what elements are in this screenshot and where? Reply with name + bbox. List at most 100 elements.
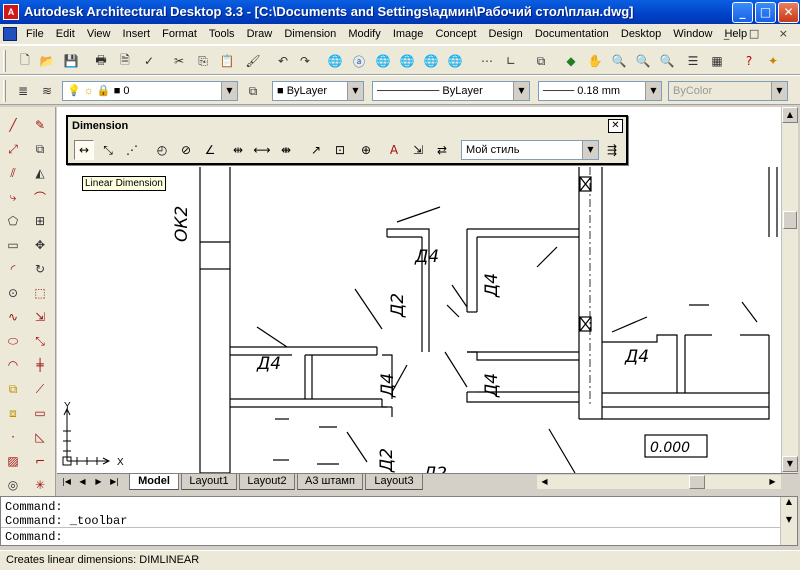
insert-block-icon[interactable]: ⧉ bbox=[3, 379, 23, 399]
circle-icon[interactable]: ⊙ bbox=[3, 283, 23, 303]
construction-line-icon[interactable]: ⤢ bbox=[3, 139, 23, 159]
explode-icon[interactable]: ✳ bbox=[30, 475, 50, 495]
chevron-down-icon[interactable]: ▼ bbox=[347, 82, 363, 100]
chevron-down-icon[interactable]: ▼ bbox=[513, 82, 529, 100]
point-icon[interactable]: · bbox=[3, 427, 23, 447]
next-tab-icon[interactable]: ▶ bbox=[91, 475, 106, 489]
rotate-icon[interactable]: ↻ bbox=[30, 259, 50, 279]
polyline-icon[interactable]: ⤷ bbox=[3, 187, 23, 207]
3d-orbit-icon[interactable]: ◆ bbox=[562, 52, 580, 70]
document-window-controls[interactable]: _ □ × bbox=[724, 27, 796, 40]
scroll-thumb[interactable] bbox=[783, 211, 797, 229]
menu-modify[interactable]: Modify bbox=[348, 28, 380, 40]
quick-dimension-icon[interactable]: ⇹ bbox=[228, 140, 248, 160]
ucs-icon[interactable]: ∟ bbox=[502, 52, 520, 70]
radius-dimension-icon[interactable]: ◴ bbox=[152, 140, 172, 160]
tab-a3-stamp[interactable]: А3 штамп bbox=[297, 474, 363, 490]
break-icon[interactable]: ▭ bbox=[30, 403, 50, 423]
scroll-thumb[interactable] bbox=[689, 475, 705, 489]
prev-tab-icon[interactable]: ◀ bbox=[75, 475, 90, 489]
chevron-down-icon[interactable]: ▼ bbox=[221, 82, 237, 100]
diameter-dimension-icon[interactable]: ⊘ bbox=[176, 140, 196, 160]
menu-design[interactable]: Design bbox=[489, 28, 523, 40]
linear-dimension-icon[interactable]: ↔ bbox=[74, 140, 94, 160]
dimension-toolbar[interactable]: Dimension ✕ ↔ ⤡ ⋰ ◴ ⊘ ∠ ⇹ ⟷ ⇼ ↗ ⊡ ⊕ A ⇲ … bbox=[66, 115, 628, 165]
ellipse-icon[interactable]: ⬭ bbox=[3, 331, 23, 351]
extend-icon[interactable]: ⟋ bbox=[30, 379, 50, 399]
layer-manager-icon[interactable]: ≣ bbox=[14, 82, 32, 100]
menu-window[interactable]: Window bbox=[673, 28, 712, 40]
print-icon[interactable]: 🖶 bbox=[92, 52, 110, 70]
ellipse-arc-icon[interactable]: ◠ bbox=[3, 355, 23, 375]
angular-dimension-icon[interactable]: ∠ bbox=[200, 140, 220, 160]
scroll-up-icon[interactable]: ▲ bbox=[782, 107, 798, 123]
menu-edit[interactable]: Edit bbox=[56, 28, 75, 40]
hatch-icon[interactable]: ▨ bbox=[3, 451, 23, 471]
copy-icon[interactable]: ⎘ bbox=[194, 52, 212, 70]
scale-icon[interactable]: ⬚ bbox=[30, 283, 50, 303]
line-icon[interactable]: ╱ bbox=[3, 115, 23, 135]
toolbar-grip[interactable] bbox=[3, 50, 6, 72]
first-tab-icon[interactable]: |◀ bbox=[59, 475, 74, 489]
linetype-select[interactable]: ──────── ByLayer ▼ bbox=[372, 81, 530, 101]
lineweight-select[interactable]: ──── 0.18 mm ▼ bbox=[538, 81, 662, 101]
ordinate-dimension-icon[interactable]: ⋰ bbox=[122, 140, 142, 160]
mirror-icon[interactable]: ◭ bbox=[30, 163, 50, 183]
new-file-icon[interactable]: 🗋 bbox=[16, 52, 34, 70]
make-object-layer-current-icon[interactable]: ⧉ bbox=[244, 82, 262, 100]
command-window[interactable]: Command: Command: _toolbar Command: ▲ ▼ bbox=[0, 496, 798, 546]
cut-icon[interactable]: ✂ bbox=[170, 52, 188, 70]
dimension-toolbar-title[interactable]: Dimension bbox=[68, 117, 626, 135]
erase-icon[interactable]: ✎ bbox=[30, 115, 50, 135]
publish-icon[interactable]: 🌐 bbox=[422, 52, 440, 70]
spell-check-icon[interactable]: ✓ bbox=[140, 52, 158, 70]
named-views-icon[interactable]: ⧉ bbox=[532, 52, 550, 70]
tolerance-icon[interactable]: ⊡ bbox=[330, 140, 350, 160]
offset-icon[interactable]: ⌒ bbox=[30, 187, 50, 207]
print-preview-icon[interactable]: 🗎 bbox=[116, 52, 134, 70]
help-icon[interactable]: ? bbox=[740, 52, 758, 70]
close-button[interactable]: ✕ bbox=[778, 2, 799, 23]
scroll-right-icon[interactable]: ▶ bbox=[765, 475, 780, 489]
tab-layout3[interactable]: Layout3 bbox=[365, 474, 423, 490]
make-block-icon[interactable]: ⧈ bbox=[3, 403, 23, 423]
dimension-text-edit-icon[interactable]: ⇲ bbox=[408, 140, 428, 160]
last-tab-icon[interactable]: ▶| bbox=[107, 475, 122, 489]
menu-concept[interactable]: Concept bbox=[435, 28, 476, 40]
zoom-previous-icon[interactable]: 🔍 bbox=[658, 52, 676, 70]
menu-desktop[interactable]: Desktop bbox=[621, 28, 661, 40]
dimension-update-icon[interactable]: ⇄ bbox=[432, 140, 452, 160]
polygon-icon[interactable]: ⬠ bbox=[3, 211, 23, 231]
scroll-down-icon[interactable]: ▼ bbox=[782, 456, 798, 472]
point-cloud-icon[interactable]: 🌐 bbox=[446, 52, 464, 70]
web-icon[interactable]: 🌐 bbox=[374, 52, 392, 70]
menu-insert[interactable]: Insert bbox=[123, 28, 151, 40]
continue-dimension-icon[interactable]: ⇼ bbox=[276, 140, 296, 160]
stretch-icon[interactable]: ⇲ bbox=[30, 307, 50, 327]
command-scrollbar[interactable]: ▲ ▼ bbox=[780, 497, 797, 545]
pan-icon[interactable]: ✋ bbox=[586, 52, 604, 70]
menu-view[interactable]: View bbox=[87, 28, 111, 40]
menu-file[interactable]: File bbox=[26, 28, 44, 40]
command-prompt[interactable]: Command: bbox=[5, 530, 63, 544]
meet-now-icon[interactable]: 🌐 bbox=[398, 52, 416, 70]
dimension-style-select[interactable]: Мой стиль ▼ bbox=[461, 140, 599, 160]
quick-leader-icon[interactable]: ↗ bbox=[306, 140, 326, 160]
array-icon[interactable]: ⊞ bbox=[30, 211, 50, 231]
dimension-style-icon[interactable]: ⇶ bbox=[602, 140, 622, 160]
chevron-down-icon[interactable]: ▼ bbox=[645, 82, 661, 100]
close-icon[interactable]: ✕ bbox=[608, 119, 623, 133]
fillet-icon[interactable]: ⌐ bbox=[30, 451, 50, 471]
menu-image[interactable]: Image bbox=[393, 28, 424, 40]
menu-draw[interactable]: Draw bbox=[247, 28, 273, 40]
undo-icon[interactable]: ↶ bbox=[274, 52, 292, 70]
dimension-edit-icon[interactable]: A bbox=[384, 140, 404, 160]
star-tool-icon[interactable]: ✦ bbox=[764, 52, 782, 70]
scroll-left-icon[interactable]: ◀ bbox=[537, 475, 552, 489]
horizontal-scrollbar[interactable]: ◀ ▶ bbox=[537, 475, 781, 489]
tab-layout2[interactable]: Layout2 bbox=[239, 474, 295, 490]
save-icon[interactable]: 💾 bbox=[62, 52, 80, 70]
minimize-button[interactable]: _ bbox=[732, 2, 753, 23]
menu-dimension[interactable]: Dimension bbox=[284, 28, 336, 40]
copy-object-icon[interactable]: ⧉ bbox=[30, 139, 50, 159]
